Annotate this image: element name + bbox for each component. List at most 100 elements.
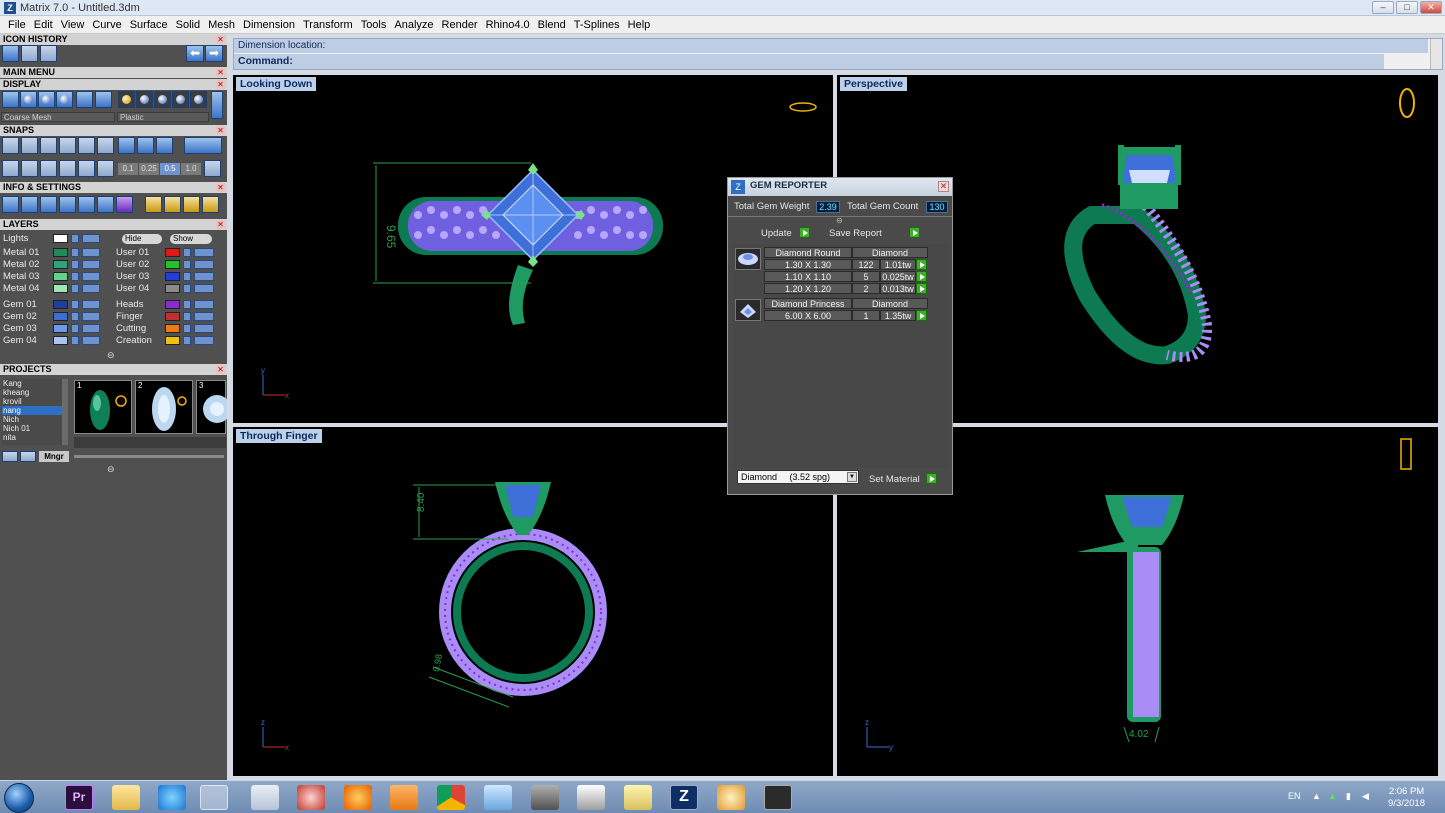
project-thumbnail-3[interactable]: 3 (196, 380, 231, 434)
planar-icon[interactable] (40, 160, 57, 177)
start-button[interactable] (4, 783, 34, 813)
projects-expand-icon[interactable]: ⊖ (107, 464, 115, 475)
close-icon[interactable]: ✕ (216, 220, 225, 229)
shaded-icon[interactable] (20, 91, 37, 108)
menu-view[interactable]: View (57, 19, 89, 31)
measure-icon[interactable] (40, 196, 57, 213)
layer-visibility-icon[interactable] (194, 248, 214, 257)
layer-lock-icon[interactable] (183, 284, 191, 293)
layer-color-swatch[interactable] (165, 336, 180, 345)
menu-solid[interactable]: Solid (172, 19, 204, 31)
menu-curve[interactable]: Curve (88, 19, 125, 31)
menu-analyze[interactable]: Analyze (390, 19, 437, 31)
lights-swatch[interactable] (53, 234, 68, 243)
collapse-icon[interactable]: ⊖ (836, 216, 843, 225)
layer-color-swatch[interactable] (53, 300, 68, 309)
cube-icon[interactable] (59, 196, 76, 213)
premiere-icon[interactable]: Pr (65, 785, 93, 810)
record-icon[interactable] (97, 160, 114, 177)
set-material-button[interactable] (926, 473, 937, 484)
zbrush-icon[interactable] (577, 785, 605, 810)
history-icon-2[interactable] (21, 45, 38, 62)
layer-visibility-icon[interactable] (194, 300, 214, 309)
xray-icon[interactable] (76, 91, 93, 108)
internet-explorer-icon[interactable] (158, 785, 186, 810)
lights-visibility[interactable] (82, 234, 100, 243)
close-button[interactable]: ✕ (1420, 1, 1442, 14)
silver-material-icon[interactable] (136, 91, 153, 108)
upload-icon[interactable] (20, 451, 36, 462)
clock[interactable]: 2:06 PM 9/3/2018 (1388, 786, 1425, 810)
menu-edit[interactable]: Edit (30, 19, 57, 31)
close-icon[interactable]: ✕ (216, 365, 225, 374)
close-icon[interactable]: ✕ (938, 181, 949, 192)
close-icon[interactable]: ✕ (216, 80, 225, 89)
close-icon[interactable]: ✕ (216, 183, 225, 192)
project-item[interactable]: Nich (2, 415, 67, 424)
layer-lock-icon[interactable] (71, 300, 79, 309)
gumball-icon[interactable] (59, 160, 76, 177)
layer-visibility-icon[interactable] (82, 272, 100, 281)
snap-settings-icon[interactable] (204, 160, 221, 177)
export-icon[interactable] (202, 196, 219, 213)
chrome-material-icon[interactable] (190, 91, 207, 108)
main-menu-header[interactable]: MAIN MENU ✕ (0, 67, 227, 78)
maximize-button[interactable]: □ (1396, 1, 1418, 14)
snap-value-1[interactable]: 0.1 (118, 163, 138, 175)
snap-quad-icon[interactable] (156, 137, 173, 154)
snipping-tool-icon[interactable] (297, 785, 325, 810)
menu-tools[interactable]: Tools (357, 19, 391, 31)
project-item[interactable]: nita (2, 433, 67, 442)
layer-color-swatch[interactable] (165, 312, 180, 321)
snap-point-icon[interactable] (40, 137, 57, 154)
cplane-icon[interactable] (78, 160, 95, 177)
menu-tsplines[interactable]: T-Splines (570, 19, 624, 31)
sticky-notes-icon[interactable] (624, 785, 652, 810)
project-item[interactable]: krovil (2, 397, 67, 406)
volume-icon[interactable]: ◀ (1362, 791, 1369, 802)
layer-color-swatch[interactable] (53, 336, 68, 345)
sketch-icon[interactable] (484, 785, 512, 810)
snap-value-2[interactable]: 0.25 (139, 163, 159, 175)
snap-perp-icon[interactable] (118, 137, 135, 154)
snap-project-icon[interactable] (184, 137, 222, 154)
command-scrollbar[interactable] (1430, 39, 1442, 69)
layer-visibility-icon[interactable] (82, 260, 100, 269)
menu-transform[interactable]: Transform (299, 19, 357, 31)
gem-select-button[interactable] (916, 283, 927, 294)
snap-near-icon[interactable] (21, 137, 38, 154)
layer-color-swatch[interactable] (53, 284, 68, 293)
layer-visibility-icon[interactable] (194, 324, 214, 333)
action-center-icon[interactable]: ▲ (1328, 791, 1337, 801)
command-input[interactable]: Command: (234, 54, 1384, 69)
layer-visibility-icon[interactable] (194, 312, 214, 321)
chrome-icon[interactable] (437, 785, 465, 810)
gem-material-icon[interactable] (172, 91, 189, 108)
snap-mid-icon[interactable] (59, 137, 76, 154)
notes-icon[interactable] (112, 785, 140, 810)
lights-lock[interactable] (71, 234, 79, 243)
calculator-icon[interactable] (251, 785, 279, 810)
layer-lock-icon[interactable] (71, 284, 79, 293)
layer-lock-icon[interactable] (183, 336, 191, 345)
layer-lock-icon[interactable] (183, 324, 191, 333)
layer-color-swatch[interactable] (165, 284, 180, 293)
menu-surface[interactable]: Surface (126, 19, 172, 31)
matrix-app-icon[interactable]: Z (670, 785, 698, 810)
menu-help[interactable]: Help (624, 19, 655, 31)
rhino-icon[interactable] (764, 785, 792, 810)
gem-info-icon[interactable] (116, 196, 133, 213)
menu-file[interactable]: File (4, 19, 30, 31)
chevron-down-icon[interactable]: ▼ (847, 472, 857, 482)
layer-visibility-icon[interactable] (194, 272, 214, 281)
project-item[interactable]: kheang (2, 388, 67, 397)
layer-visibility-icon[interactable] (194, 260, 214, 269)
manager-button[interactable]: Mngr (39, 451, 69, 462)
project-item[interactable]: Nich 01 (2, 424, 67, 433)
layer-lock-icon[interactable] (183, 248, 191, 257)
snap-value-4[interactable]: 1.0 (181, 163, 201, 175)
layer-visibility-icon[interactable] (82, 284, 100, 293)
gem-select-button[interactable] (916, 310, 927, 321)
material-select[interactable]: Plastic (117, 112, 209, 122)
update-button[interactable] (799, 227, 810, 238)
